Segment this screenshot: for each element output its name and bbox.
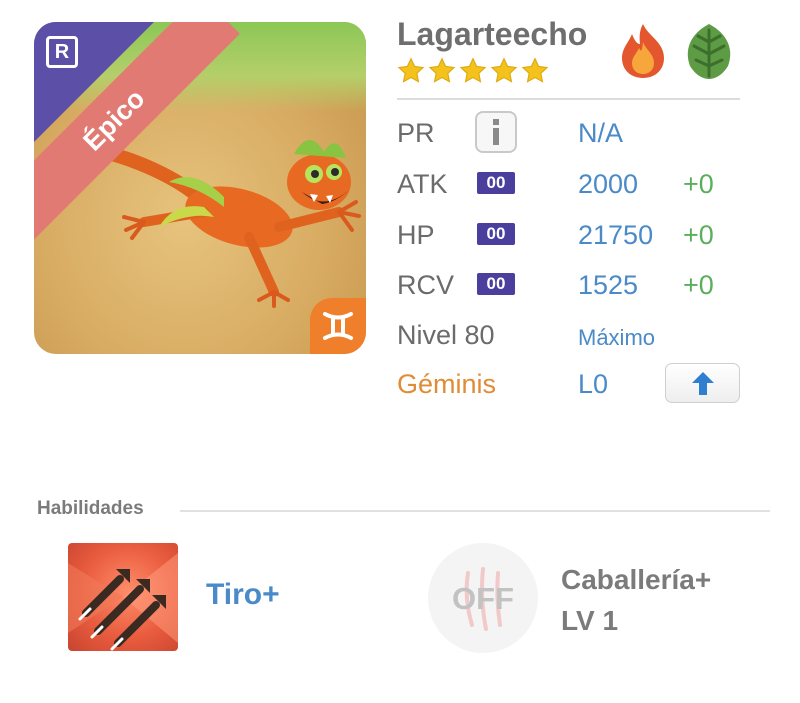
skills-divider xyxy=(180,510,770,512)
fire-element-icon xyxy=(622,24,664,78)
hp-value: 21750 xyxy=(578,220,654,250)
level-max-label: Máximo xyxy=(578,325,656,350)
zodiac-label: Géminis xyxy=(397,369,497,399)
info-icon xyxy=(493,119,499,145)
header-divider xyxy=(397,98,740,100)
star-icon xyxy=(521,57,549,83)
level-label: Nivel 80 xyxy=(397,320,495,350)
pr-value: N/A xyxy=(578,118,624,148)
rarity-r-badge: R xyxy=(46,36,78,68)
skill-name-secondary: Caballería+ xyxy=(561,564,712,595)
atk-value: 2000 xyxy=(578,169,639,199)
cavalry-skill-icon[interactable]: OFF xyxy=(428,543,538,653)
skills-heading: Habilidades xyxy=(37,498,144,519)
star-icon xyxy=(459,57,487,83)
star-icon xyxy=(490,57,518,83)
atk-rank-badge: 00 xyxy=(477,172,515,194)
hp-rank-badge: 00 xyxy=(477,223,515,245)
monster-portrait[interactable]: R Épico xyxy=(34,22,366,354)
atk-plus: +0 xyxy=(683,169,714,199)
rcv-plus: +0 xyxy=(683,270,714,300)
zodiac-level: L0 xyxy=(578,369,609,399)
gemini-zodiac-icon xyxy=(310,298,366,354)
rcv-value: 1525 xyxy=(578,270,639,300)
arrow-up-icon xyxy=(691,372,714,395)
rcv-rank-badge: 00 xyxy=(477,273,515,295)
rcv-label: RCV xyxy=(397,270,455,300)
hp-label: HP xyxy=(397,220,435,250)
skill-off-label: OFF xyxy=(452,581,514,616)
atk-label: ATK xyxy=(397,169,448,199)
star-icon xyxy=(428,57,456,83)
shot-skill-icon[interactable] xyxy=(68,543,178,651)
leaf-element-icon xyxy=(687,24,731,79)
star-icon xyxy=(397,57,425,83)
monster-name: Lagarteecho xyxy=(397,16,588,52)
pr-label: PR xyxy=(397,118,435,148)
star-rating xyxy=(397,57,549,85)
info-button[interactable] xyxy=(475,111,517,153)
skill-level-secondary: LV 1 xyxy=(561,605,619,636)
upgrade-button[interactable] xyxy=(665,363,740,403)
hp-plus: +0 xyxy=(683,220,714,250)
skill-name-primary: Tiro+ xyxy=(206,578,280,611)
